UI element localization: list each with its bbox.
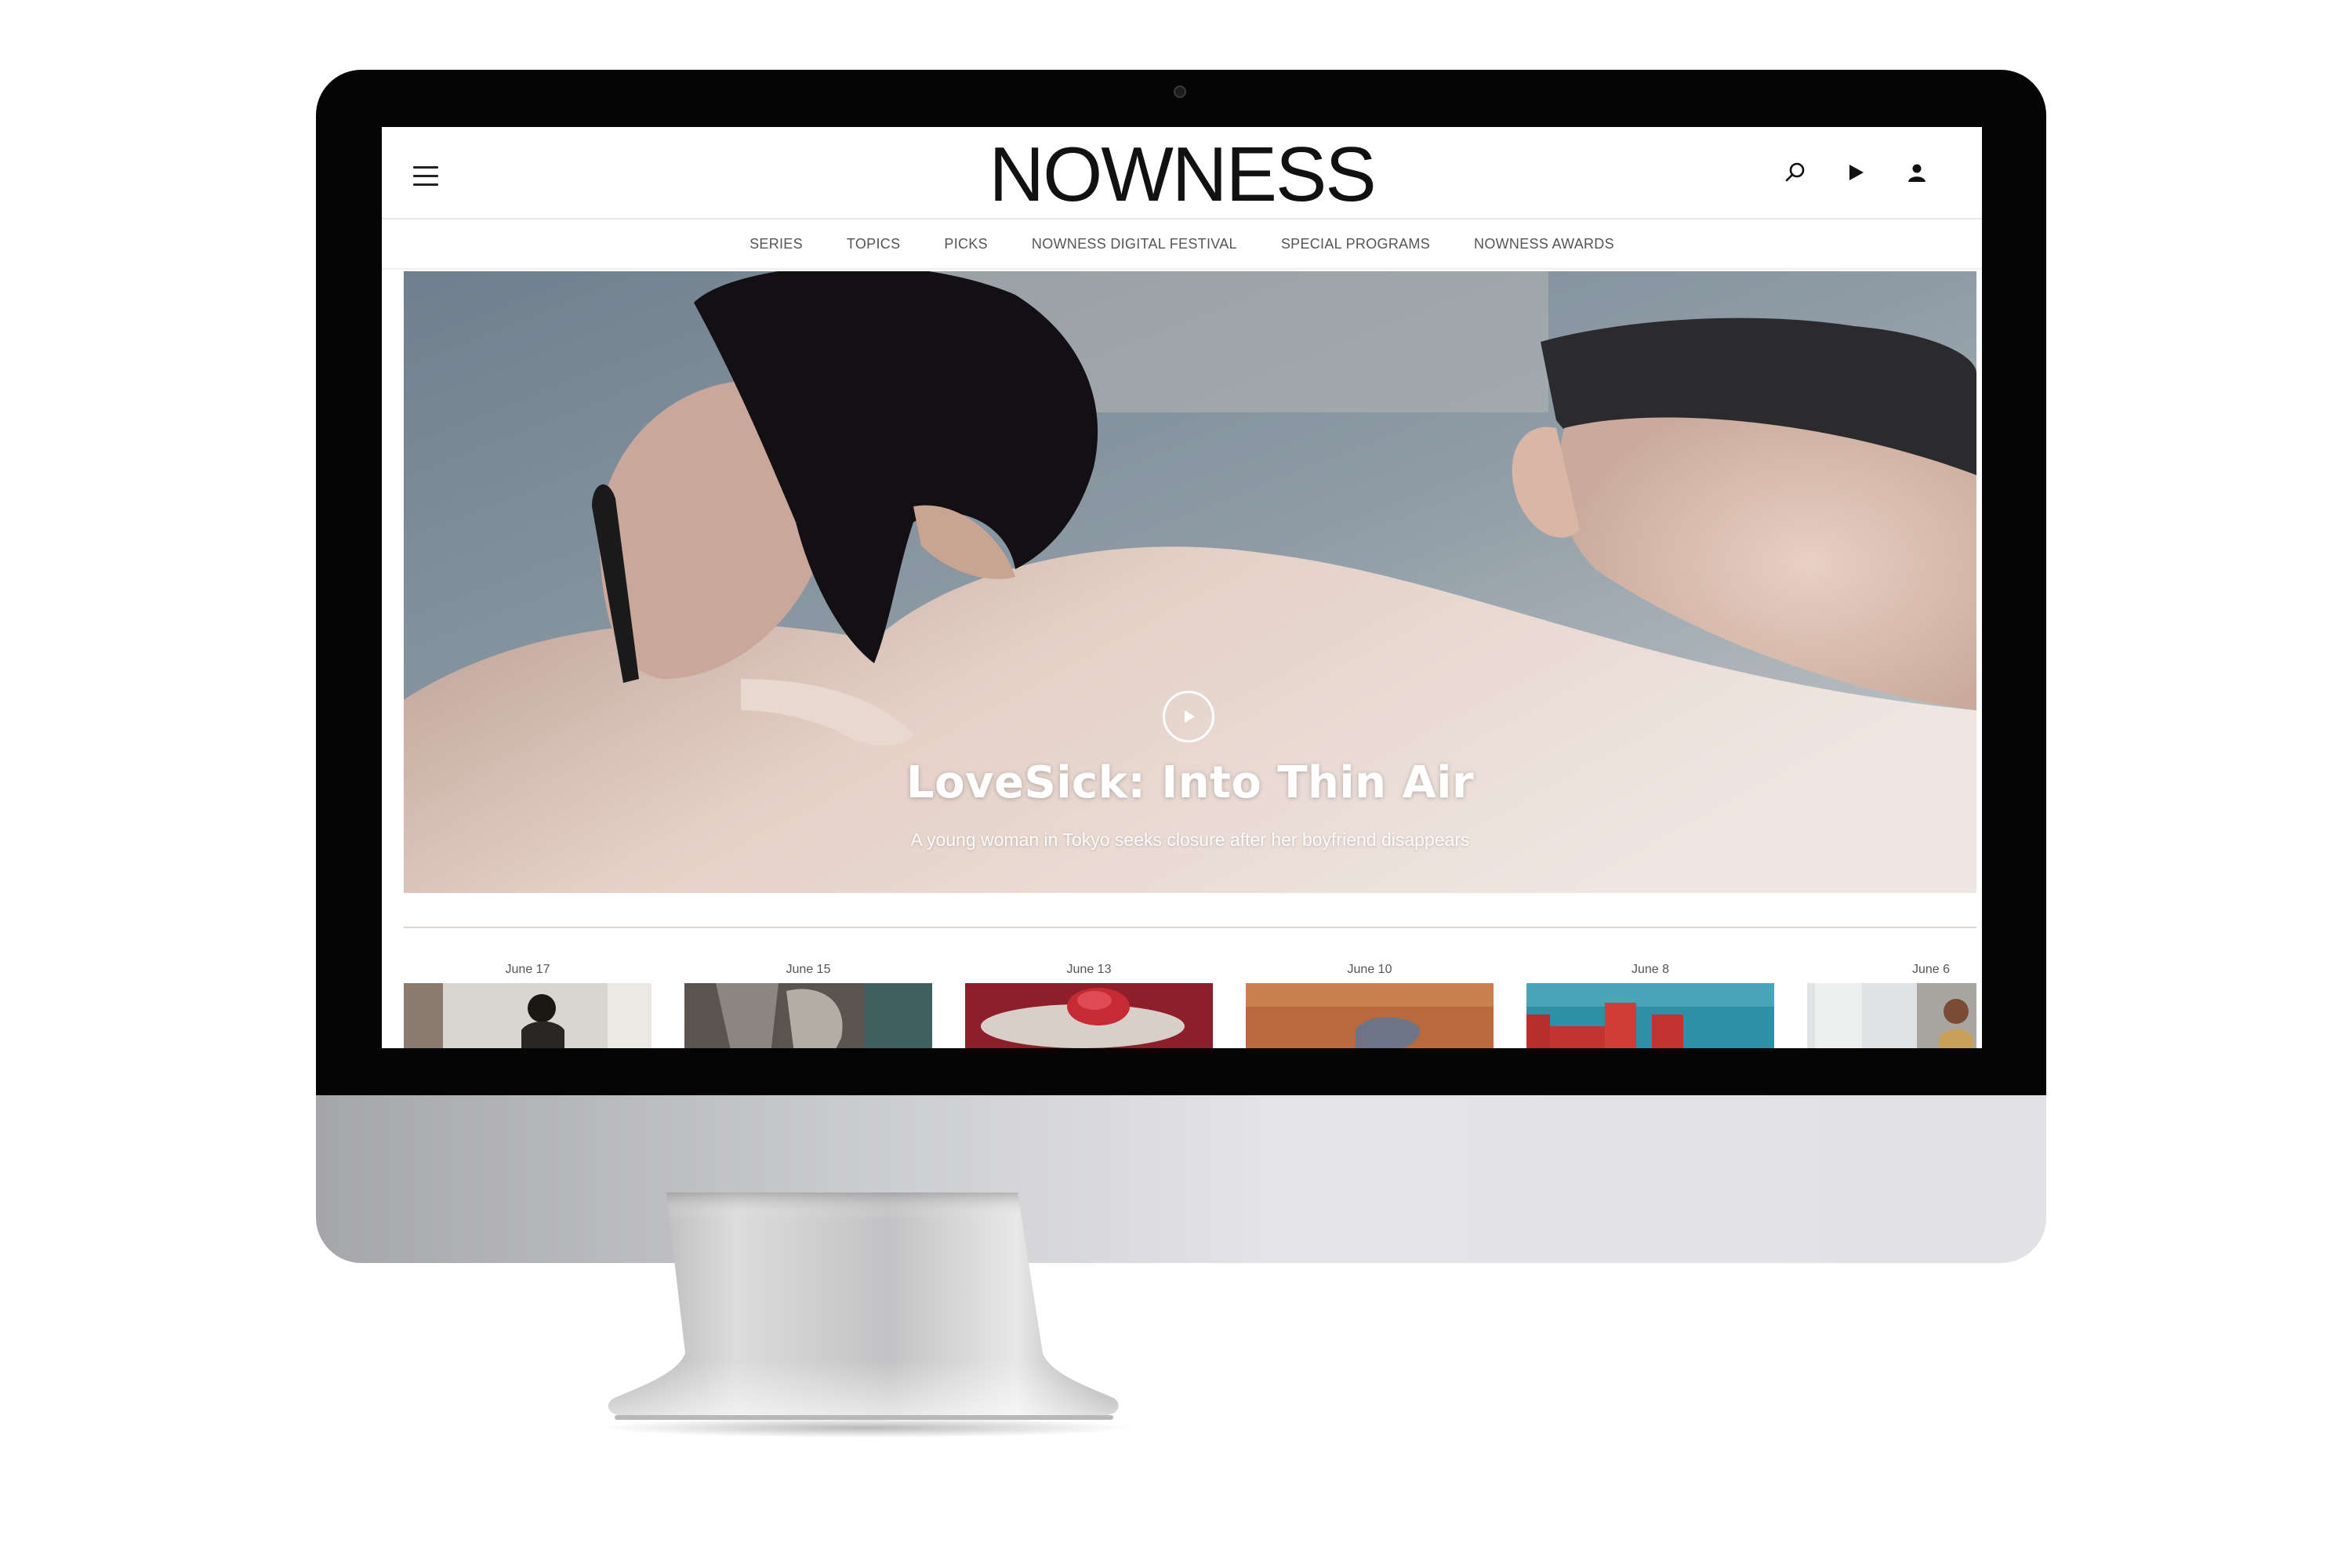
card-thumbnail[interactable] xyxy=(1246,983,1494,1048)
video-card[interactable]: June 15 xyxy=(684,958,932,1048)
card-thumbnail[interactable] xyxy=(1807,983,1976,1048)
webcam xyxy=(1174,85,1186,98)
card-date: June 10 xyxy=(1347,963,1392,976)
video-card[interactable]: June 13 xyxy=(965,958,1213,1048)
video-card[interactable]: June 10 xyxy=(1246,958,1494,1048)
site-header: NOWNESS xyxy=(382,127,1982,220)
play-video-icon[interactable] xyxy=(1840,157,1871,188)
nav-topics[interactable]: TOPICS xyxy=(847,236,900,252)
video-card[interactable]: June 6 xyxy=(1807,958,1982,1048)
card-date: June 13 xyxy=(1066,963,1112,976)
monitor-bezel: NOWNESS SERIES TOPICS PICKS NOWNESS DIGI… xyxy=(316,70,2046,1105)
hero-title[interactable]: LoveSick: Into Thin Air xyxy=(404,757,1976,808)
card-thumbnail[interactable] xyxy=(684,983,932,1048)
section-divider xyxy=(404,927,1976,928)
recent-videos-row: June 17 June 15 June 13 June 10 June 8 J… xyxy=(404,958,1976,1048)
video-card[interactable]: June 17 xyxy=(404,958,652,1048)
play-button[interactable] xyxy=(1163,691,1214,742)
card-date: June 15 xyxy=(786,963,831,976)
nav-special-programs[interactable]: SPECIAL PROGRAMS xyxy=(1281,236,1430,252)
video-card[interactable]: June 8 xyxy=(1526,958,1774,1048)
card-date: June 17 xyxy=(505,963,550,976)
monitor-stand xyxy=(608,1192,1119,1420)
hero-subtitle: A young woman in Tokyo seeks closure aft… xyxy=(910,829,1470,850)
nav-picks[interactable]: PICKS xyxy=(944,236,988,252)
nav-digital-festival[interactable]: NOWNESS DIGITAL FESTIVAL xyxy=(1032,236,1237,252)
card-date: June 6 xyxy=(1911,963,1951,976)
card-thumbnail[interactable] xyxy=(404,983,652,1048)
nav-awards[interactable]: NOWNESS AWARDS xyxy=(1474,236,1614,252)
monitor-chin xyxy=(316,1095,2046,1263)
imac-monitor: NOWNESS SERIES TOPICS PICKS NOWNESS DIGI… xyxy=(316,70,2046,1263)
card-thumbnail[interactable] xyxy=(1526,983,1774,1048)
play-icon xyxy=(1185,710,1195,723)
card-thumbnail[interactable] xyxy=(965,983,1213,1048)
nav-series[interactable]: SERIES xyxy=(750,236,803,252)
search-icon[interactable] xyxy=(1780,157,1811,188)
browser-screen: NOWNESS SERIES TOPICS PICKS NOWNESS DIGI… xyxy=(382,127,1982,1048)
user-account-icon[interactable] xyxy=(1901,157,1933,188)
site-logo[interactable]: NOWNESS xyxy=(382,133,1982,215)
card-date: June 8 xyxy=(1631,963,1670,976)
category-nav: SERIES TOPICS PICKS NOWNESS DIGITAL FEST… xyxy=(382,220,1982,270)
hero-video-feature[interactable]: LoveSick: Into Thin Air A young woman in… xyxy=(404,271,1976,893)
